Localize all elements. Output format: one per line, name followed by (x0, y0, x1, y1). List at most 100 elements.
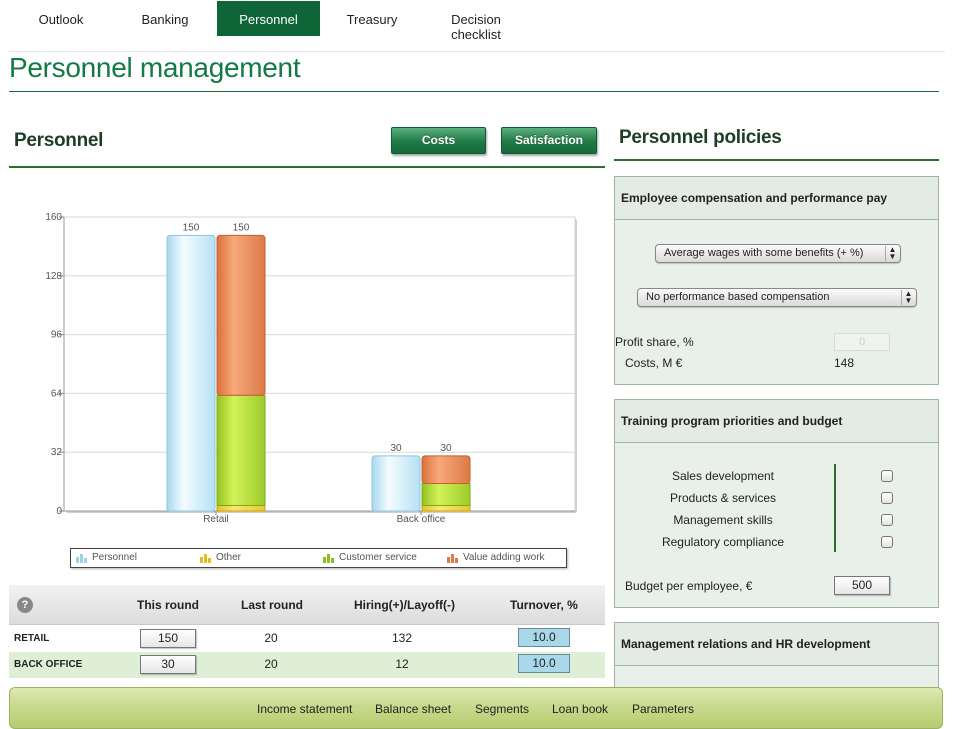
training-divider (834, 464, 836, 552)
legend-item-customer-service: Customer service (323, 551, 417, 565)
budget-input[interactable]: 500 (834, 576, 890, 595)
bottom-navigation: Income statement Balance sheet Segments … (9, 687, 943, 729)
performance-select[interactable]: No performance based compensation ▲ ▼ (637, 288, 917, 307)
legend-bar-icon (200, 553, 211, 563)
help-icon[interactable]: ? (17, 597, 33, 613)
legend-item-value-adding-work: Value adding work (447, 551, 545, 565)
management-panel-header: Management relations and HR development (615, 623, 938, 666)
title-divider (9, 91, 939, 92)
turnover-value: 10.0 (518, 628, 570, 647)
management-panel: Management relations and HR development (614, 622, 939, 692)
tab-outlook[interactable]: Outlook (9, 1, 113, 36)
compensation-panel-title: Employee compensation and performance pa… (621, 191, 888, 205)
training-item-label: Products & services (669, 491, 777, 505)
wages-select-value: Average wages with some benefits (+ %) (664, 247, 864, 259)
bar-other-1[interactable] (421, 504, 471, 512)
top-navigation: Outlook Banking Personnel Treasury Decis… (9, 0, 945, 52)
satisfaction-button[interactable]: Satisfaction (501, 127, 597, 154)
sales-development-checkbox[interactable] (881, 470, 893, 482)
column-header-this-round: This round (137, 598, 199, 612)
bar-value-adding-work-1[interactable] (421, 455, 471, 484)
this-round-input[interactable]: 30 (140, 655, 196, 674)
products-services-checkbox[interactable] (881, 492, 893, 504)
y-tick-label: 0 (56, 506, 62, 517)
wages-select[interactable]: Average wages with some benefits (+ %) ▲… (655, 244, 901, 263)
personnel-divider (9, 166, 605, 168)
page-title: Personnel management (9, 52, 301, 83)
column-header-last-round: Last round (241, 598, 303, 612)
table-row: BACK OFFICE 30 20 12 10.0 (9, 652, 605, 678)
bar-value-adding-work-0[interactable] (216, 234, 266, 396)
profit-share-label: Profit share, % (615, 335, 694, 349)
segments-link[interactable]: Segments (475, 702, 529, 716)
select-arrows-icon: ▲ ▼ (901, 290, 915, 305)
costs-label: Costs, M € (625, 356, 683, 370)
legend-bar-icon (323, 553, 334, 563)
tab-personnel[interactable]: Personnel (217, 1, 320, 36)
column-header-hiring-layoff: Hiring(+)/Layoff(-) (354, 598, 455, 612)
bar-value-label: 150 (183, 222, 200, 233)
bar-value-label: 30 (440, 443, 452, 454)
management-skills-checkbox[interactable] (881, 514, 893, 526)
costs-button[interactable]: Costs (391, 127, 486, 154)
tab-decision-checklist[interactable]: Decision checklist (424, 1, 528, 42)
legend-label: Value adding work (463, 552, 545, 563)
legend-item-other: Other (200, 551, 241, 565)
last-round-value: 20 (264, 657, 278, 671)
y-tick-label: 96 (51, 330, 63, 341)
last-round-value: 20 (264, 631, 278, 645)
regulatory-compliance-checkbox[interactable] (881, 536, 893, 548)
chart-legend: Personnel Other Customer service Value a… (70, 548, 567, 568)
column-header-turnover: Turnover, % (510, 598, 578, 612)
personnel-section-title: Personnel (14, 130, 104, 151)
training-item-label: Sales development (671, 469, 775, 483)
personnel-table-header: ? This round Last round Hiring(+)/Layoff… (9, 585, 605, 625)
y-tick-label: 32 (51, 447, 63, 458)
income-statement-link[interactable]: Income statement (257, 702, 352, 716)
training-item-label: Regulatory compliance (661, 535, 785, 549)
legend-label: Personnel (92, 552, 138, 563)
turnover-value: 10.0 (518, 654, 570, 673)
row-label: RETAIL (14, 633, 50, 644)
bar-other-0[interactable] (216, 504, 266, 512)
y-tick-label: 160 (45, 212, 62, 223)
management-panel-title: Management relations and HR development (621, 637, 871, 651)
training-panel-header: Training program priorities and budget (615, 400, 938, 443)
personnel-chart: 0 32 64 96 128 160 150 150 30 30 Retail Back offi… (45, 212, 577, 525)
tab-treasury[interactable]: Treasury (320, 1, 424, 36)
parameters-link[interactable]: Parameters (632, 702, 694, 716)
bar-value-label: 30 (390, 443, 402, 454)
budget-label: Budget per employee, € (625, 579, 753, 593)
bar-value-label: 150 (233, 222, 250, 233)
x-tick-label: Back office (397, 514, 446, 525)
y-tick-label: 128 (45, 271, 62, 282)
legend-item-personnel: Personnel (76, 551, 137, 565)
compensation-panel: Employee compensation and performance pa… (614, 176, 939, 385)
training-item-label: Management skills (673, 513, 773, 527)
hiring-value: 132 (391, 631, 413, 645)
this-round-input[interactable]: 150 (140, 629, 196, 648)
row-label: BACK OFFICE (14, 659, 83, 670)
table-row: RETAIL 150 20 132 10.0 (9, 626, 605, 652)
costs-value: 148 (834, 356, 855, 370)
profit-share-input[interactable]: 0 (834, 333, 890, 351)
bar-personnel-1[interactable] (371, 455, 421, 512)
policies-section-title: Personnel policies (619, 127, 782, 148)
legend-label: Other (216, 552, 242, 563)
performance-select-value: No performance based compensation (646, 291, 830, 303)
plot-area (63, 216, 576, 512)
bar-customer-service-1[interactable] (421, 482, 471, 506)
hiring-value: 12 (395, 657, 409, 671)
select-arrows-icon: ▲ ▼ (885, 246, 899, 261)
training-panel-title: Training program priorities and budget (621, 414, 843, 428)
policies-divider (614, 159, 939, 161)
legend-bar-icon (447, 553, 458, 563)
x-tick-label: Retail (203, 514, 229, 525)
balance-sheet-link[interactable]: Balance sheet (375, 702, 451, 716)
tab-banking[interactable]: Banking (113, 1, 217, 36)
bar-customer-service-0[interactable] (216, 394, 266, 506)
bar-personnel-0[interactable] (166, 234, 216, 512)
y-tick-label: 64 (51, 388, 63, 399)
legend-bar-icon (76, 553, 87, 563)
loan-book-link[interactable]: Loan book (552, 702, 608, 716)
